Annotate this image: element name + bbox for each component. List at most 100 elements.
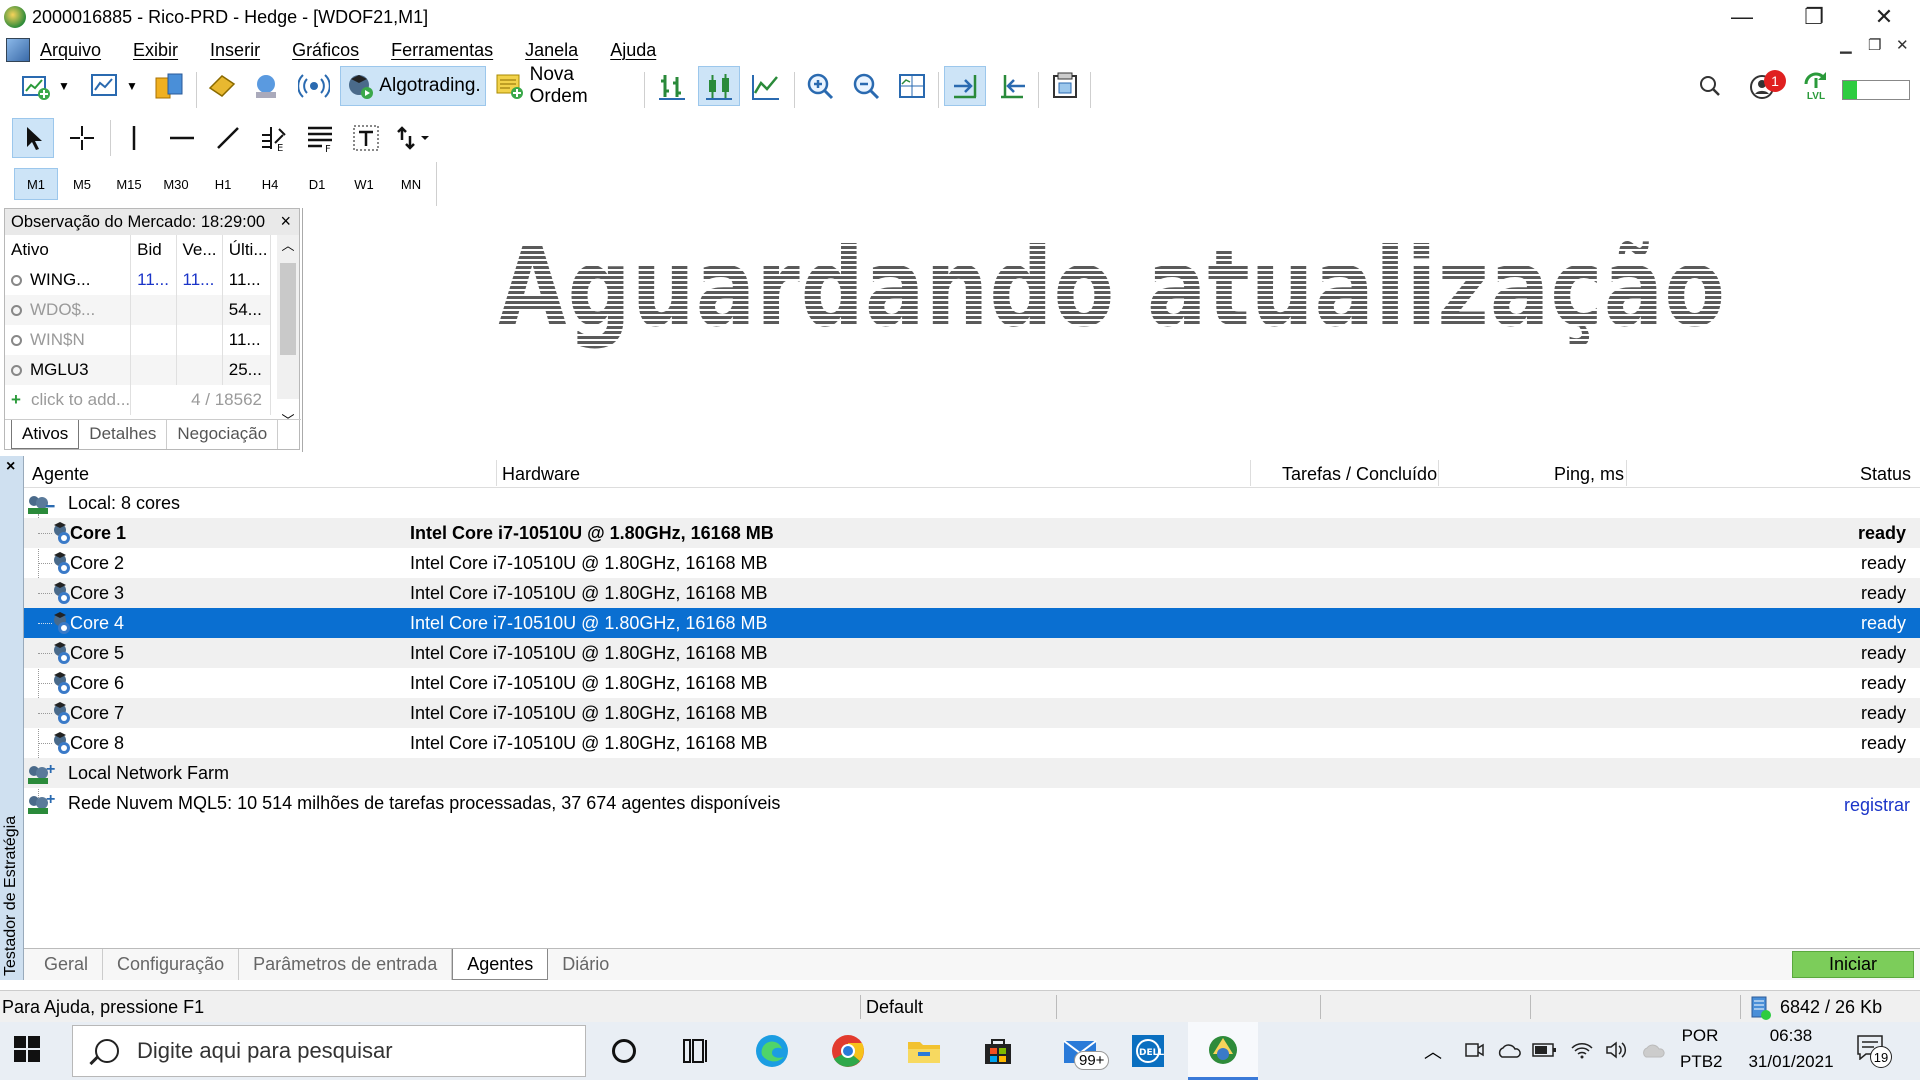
language-indicator[interactable]: POR PTB2 (1680, 1026, 1723, 1072)
dell-taskbar-button[interactable]: DELL (1128, 1031, 1168, 1071)
scroll-thumb[interactable] (280, 263, 296, 355)
timeframe-m30[interactable]: M30 (154, 168, 198, 200)
cursor-tool-button[interactable] (12, 118, 54, 158)
column-header-tarefas[interactable]: Tarefas / Concluído (1282, 464, 1437, 485)
menu-ferramentas[interactable]: Ferramentas (391, 40, 493, 61)
agent-row-core-6[interactable]: Core 6 Intel Core i7-10510U @ 1.80GHz, 1… (24, 668, 1920, 698)
task-view-button[interactable] (676, 1031, 716, 1071)
menu-janela[interactable]: Janela (525, 40, 578, 61)
market-watch-close-button[interactable]: × (280, 211, 291, 232)
column-header-ativo[interactable]: Ativo (5, 235, 132, 265)
candlestick-button[interactable] (698, 66, 740, 106)
timeframe-m1[interactable]: M1 (14, 168, 58, 200)
menu-ajuda[interactable]: Ajuda (610, 40, 656, 61)
column-header-hardware[interactable]: Hardware (502, 464, 580, 485)
line-chart-button[interactable] (746, 66, 786, 106)
start-button[interactable]: Iniciar (1792, 951, 1914, 978)
column-header-status[interactable]: Status (1860, 464, 1911, 485)
templates-button[interactable] (1044, 66, 1086, 106)
scroll-up-icon[interactable]: ︿ (277, 235, 299, 254)
timeframe-m15[interactable]: M15 (107, 168, 151, 200)
action-center-button[interactable]: 19 (1856, 1034, 1896, 1068)
agent-row-core-4[interactable]: Core 4 Intel Core i7-10510U @ 1.80GHz, 1… (24, 608, 1920, 638)
mdi-restore-button[interactable]: ❐ (1868, 36, 1881, 54)
notifications-button[interactable]: 1 (1740, 66, 1786, 106)
tile-windows-button[interactable] (892, 66, 932, 106)
metatrader-taskbar-button[interactable] (1188, 1022, 1258, 1080)
profiles-dropdown[interactable]: ▼ (124, 66, 140, 106)
register-link[interactable]: registrar (1844, 795, 1910, 816)
close-button[interactable]: ✕ (1854, 0, 1914, 34)
market-watch-scrollbar[interactable]: ︿ ﹀ (277, 235, 299, 428)
profiles-button[interactable] (84, 66, 124, 106)
timeframe-mn[interactable]: MN (389, 168, 433, 200)
taskbar-search-box[interactable]: Digite aqui para pesquisar (72, 1025, 586, 1077)
add-symbol-row[interactable]: + click to add... 4 / 18562 (5, 385, 271, 415)
menu-arquivo[interactable]: Arquivo (40, 40, 101, 61)
tab-parametros[interactable]: Parâmetros de entrada (239, 949, 453, 980)
zoom-in-button[interactable] (800, 66, 840, 106)
equidistant-channel-button[interactable]: E (254, 118, 294, 158)
fibonacci-button[interactable]: F (300, 118, 340, 158)
column-header-last[interactable]: Últi... (222, 235, 272, 265)
menu-graficos[interactable]: Gráficos (292, 40, 359, 61)
agent-group-local[interactable]: ━ Local: 8 cores (24, 488, 1920, 518)
algotrading-button[interactable]: Algotrading. (340, 66, 486, 106)
mdi-close-button[interactable]: ✕ (1896, 36, 1909, 54)
market-watch-button[interactable] (148, 66, 188, 106)
column-header-bid[interactable]: Bid (130, 235, 177, 265)
tab-negociacao[interactable]: Negociação (167, 420, 279, 449)
agent-row-core-3[interactable]: Core 3 Intel Core i7-10510U @ 1.80GHz, 1… (24, 578, 1920, 608)
expand-icon[interactable]: + (46, 761, 55, 779)
new-chart-button[interactable] (16, 66, 54, 106)
agent-row-core-7[interactable]: Core 7 Intel Core i7-10510U @ 1.80GHz, 1… (24, 698, 1920, 728)
search-button[interactable] (1694, 66, 1726, 106)
cloud-sync-icon[interactable] (1640, 1042, 1666, 1060)
agent-row-core-1[interactable]: Core 1 Intel Core i7-10510U @ 1.80GHz, 1… (24, 518, 1920, 548)
chrome-taskbar-button[interactable] (828, 1031, 868, 1071)
agent-row-core-5[interactable]: Core 5 Intel Core i7-10510U @ 1.80GHz, 1… (24, 638, 1920, 668)
symbol-row[interactable]: WIN$N 11... (5, 325, 272, 355)
timeframe-d1[interactable]: D1 (295, 168, 339, 200)
crosshair-tool-button[interactable] (62, 118, 102, 158)
expand-icon[interactable]: + (46, 791, 55, 809)
store-taskbar-button[interactable] (978, 1031, 1018, 1071)
start-menu-button[interactable] (14, 1036, 42, 1064)
tab-detalhes[interactable]: Detalhes (79, 420, 168, 449)
column-header-agente[interactable]: Agente (32, 464, 89, 485)
agent-row-core-8[interactable]: Core 8 Intel Core i7-10510U @ 1.80GHz, 1… (24, 728, 1920, 758)
menu-inserir[interactable]: Inserir (210, 40, 260, 61)
arrows-tool-button[interactable] (394, 118, 430, 158)
new-order-button[interactable]: Nova Ordem (494, 64, 636, 107)
tab-geral[interactable]: Geral (30, 949, 104, 980)
clock[interactable]: 06:38 31/01/2021 (1736, 1026, 1846, 1072)
tab-agentes[interactable]: Agentes (452, 949, 549, 980)
collapse-icon[interactable]: ━ (46, 498, 54, 515)
wifi-icon[interactable] (1570, 1040, 1594, 1060)
battery-icon[interactable] (1532, 1042, 1558, 1058)
trendline-button[interactable] (208, 118, 248, 158)
autoscroll-button[interactable] (992, 66, 1032, 106)
vertical-line-button[interactable] (116, 118, 152, 158)
new-chart-dropdown[interactable]: ▼ (56, 66, 72, 106)
maximize-button[interactable]: ❐ (1784, 0, 1844, 34)
symbol-row[interactable]: MGLU3 25... (5, 355, 272, 385)
strategy-tester-close-button[interactable]: × (6, 458, 15, 476)
mdi-minimize-button[interactable]: ▁ (1840, 36, 1852, 54)
tab-configuracao[interactable]: Configuração (103, 949, 240, 980)
tab-ativos[interactable]: Ativos (11, 420, 80, 449)
tab-diario[interactable]: Diário (548, 949, 623, 980)
vps-button[interactable]: LVL (1794, 66, 1838, 106)
timeframe-w1[interactable]: W1 (342, 168, 386, 200)
horizontal-line-button[interactable] (162, 118, 202, 158)
agent-group-network-farm[interactable]: + Local Network Farm (24, 758, 1920, 788)
column-header-ping[interactable]: Ping, ms (1554, 464, 1624, 485)
timeframe-m5[interactable]: M5 (60, 168, 104, 200)
text-tool-button[interactable] (346, 118, 386, 158)
mail-taskbar-button[interactable]: 99+ (1054, 1031, 1110, 1071)
column-header-ve[interactable]: Ve... (176, 235, 223, 265)
agent-row-core-2[interactable]: Core 2 Intel Core i7-10510U @ 1.80GHz, 1… (24, 548, 1920, 578)
symbol-row[interactable]: WDO$... 54... (5, 295, 272, 325)
bar-chart-button[interactable] (652, 66, 692, 106)
mdi-window-icon[interactable] (6, 38, 30, 62)
